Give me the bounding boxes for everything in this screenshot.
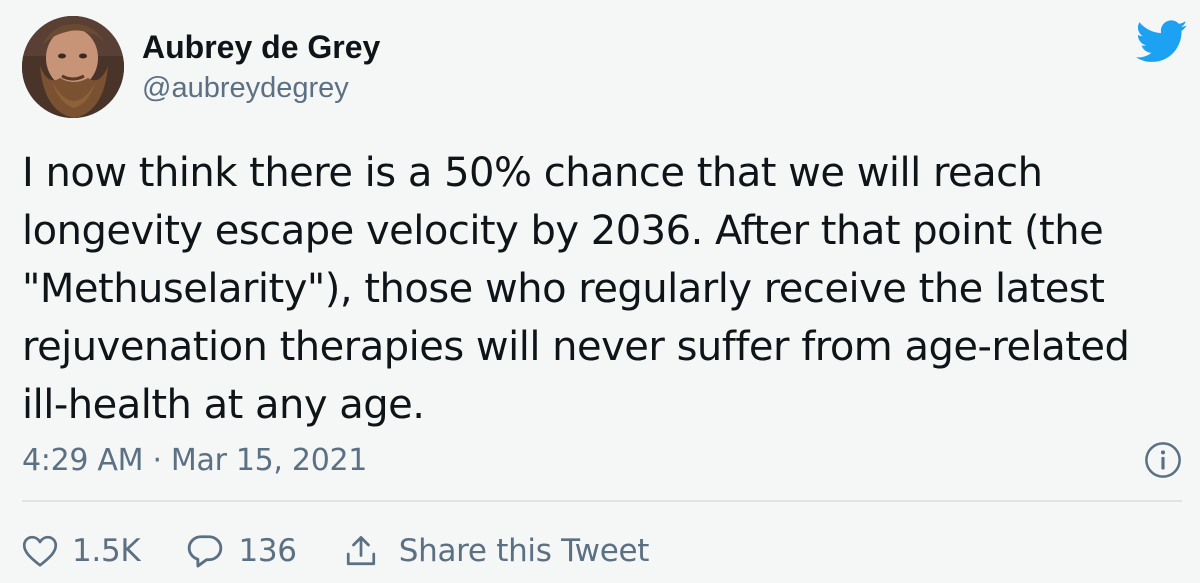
twitter-bird-icon[interactable] xyxy=(1136,20,1188,64)
like-button[interactable]: 1.5K xyxy=(22,533,141,569)
share-button[interactable]: Share this Tweet xyxy=(343,533,649,569)
tweet-timestamp[interactable]: 4:29 AM · Mar 15, 2021 xyxy=(22,443,367,478)
divider xyxy=(22,500,1182,502)
share-label: Share this Tweet xyxy=(398,533,650,569)
author-handle[interactable]: @aubreydegrey xyxy=(142,71,380,105)
avatar[interactable] xyxy=(22,16,124,118)
like-count: 1.5K xyxy=(72,533,141,569)
tweet-card: Aubrey de Grey @aubreydegrey I now think… xyxy=(0,0,1200,583)
tweet-meta: 4:29 AM · Mar 15, 2021 xyxy=(22,438,1182,482)
avatar-image xyxy=(22,16,124,118)
author-display-name[interactable]: Aubrey de Grey xyxy=(142,29,380,65)
reply-button[interactable]: 136 xyxy=(186,533,297,569)
reply-count: 136 xyxy=(238,533,297,569)
share-upload-icon xyxy=(346,536,375,566)
tweet-actions: 1.5K 136 Share this Tweet xyxy=(22,526,695,576)
reply-bubble-icon xyxy=(188,535,223,568)
tweet-header: Aubrey de Grey @aubreydegrey xyxy=(22,16,380,118)
author-names: Aubrey de Grey @aubreydegrey xyxy=(142,16,380,118)
info-icon[interactable] xyxy=(1144,441,1182,479)
tweet-text: I now think there is a 50% chance that w… xyxy=(22,150,1130,428)
heart-icon xyxy=(22,535,58,567)
